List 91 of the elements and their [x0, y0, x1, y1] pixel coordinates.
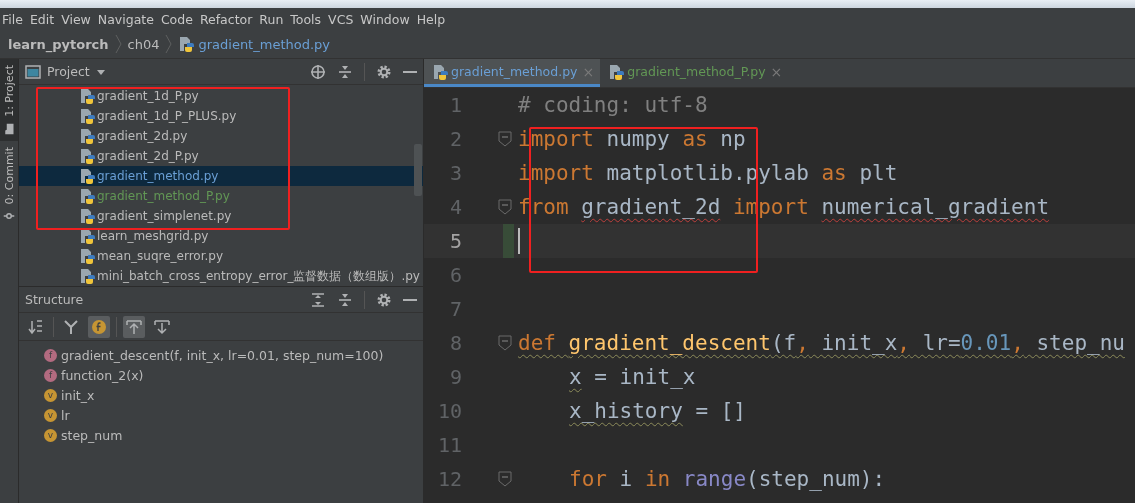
tool-window-button[interactable]: 0: Commit [0, 140, 18, 229]
function-icon: f [44, 348, 57, 362]
file-tree-item[interactable]: gradient_2d_P.py [19, 146, 423, 166]
filter-icon [63, 318, 79, 335]
line-number: 7 [448, 297, 462, 321]
python-file-icon [79, 148, 95, 164]
menu-item[interactable]: Navigate [97, 11, 159, 27]
line-number: 8 [448, 331, 462, 355]
python-file-icon [79, 188, 95, 204]
scrollbar-thumb[interactable] [414, 144, 422, 196]
python-file-icon [79, 108, 95, 124]
minimize-icon [403, 70, 417, 73]
file-tree-item[interactable]: mean_suqre_error.py [19, 246, 423, 266]
code-line: # coding: utf-8 [517, 92, 708, 119]
menu-item[interactable]: Edit [29, 11, 60, 27]
dropdown-caret-icon [95, 67, 106, 76]
editor-tab[interactable]: gradient_method_P.py × [600, 59, 789, 87]
menu-item[interactable]: Help [416, 11, 451, 27]
target-icon [310, 63, 326, 80]
menu-item[interactable]: Run [259, 11, 289, 27]
file-tree-item[interactable]: gradient_method.py [19, 166, 423, 186]
python-file-icon [608, 63, 625, 80]
python-file-icon [79, 268, 95, 284]
line-number: 2 [448, 127, 462, 151]
tool-window-button[interactable]: 1: Project [0, 59, 18, 141]
variable-icon: v [44, 408, 57, 422]
menu-item[interactable]: Window [360, 11, 415, 27]
collapse-all-icon [337, 291, 353, 308]
structure-item[interactable]: gradient_descent(f, init_x, lr=0.01, step_num=100) [61, 347, 384, 363]
scroll-up-icon [126, 318, 142, 335]
python-file-icon [79, 248, 95, 264]
code-line: x_history = [] [568, 398, 746, 425]
breadcrumb-item[interactable]: gradient_method.py [198, 36, 330, 52]
python-file-icon [79, 128, 95, 144]
structure-item[interactable]: function_2(x) [61, 367, 144, 383]
chevron-icon [165, 34, 173, 54]
menu-item[interactable]: File [2, 11, 28, 27]
variable-icon: v [44, 428, 57, 442]
line-number: 3 [448, 161, 462, 185]
menu-item[interactable]: Tools [290, 11, 327, 27]
code-line: x = init_x [568, 364, 696, 391]
toolbar-button[interactable] [123, 315, 145, 338]
python-file-icon [178, 36, 195, 52]
structure-item[interactable]: step_num [61, 427, 123, 443]
minimize-icon [403, 298, 417, 301]
line-number: 11 [436, 433, 462, 457]
breadcrumb-item[interactable]: learn_pytorch [8, 36, 109, 52]
expand-all-icon [310, 291, 326, 308]
breadcrumb-item[interactable]: ch04 [127, 36, 160, 52]
settings-icon [376, 63, 392, 80]
line-number: 5 [448, 229, 462, 253]
settings-icon [376, 291, 392, 308]
line-number: 6 [448, 263, 462, 287]
project-view-icon [25, 63, 41, 80]
panel-title[interactable]: Project [47, 64, 90, 79]
structure-item[interactable]: init_x [61, 387, 95, 403]
line-number: 12 [436, 467, 462, 491]
code-line: for i in range(step_num): [568, 466, 886, 493]
folder-icon [3, 122, 15, 135]
function-filter-icon [91, 318, 107, 335]
menu-item[interactable]: Refactor [199, 11, 258, 27]
menu-item[interactable]: VCS [328, 11, 359, 27]
variable-icon: v [44, 388, 57, 402]
menu-item[interactable]: View [61, 11, 96, 27]
python-file-icon [79, 228, 95, 244]
line-number: 9 [448, 365, 462, 389]
file-tree-item[interactable]: gradient_1d_P_PLUS.py [19, 106, 423, 126]
line-number: 10 [436, 399, 462, 423]
line-number: 1 [448, 93, 462, 117]
panel-title: Structure [25, 292, 84, 307]
menu-item[interactable]: Code [160, 11, 198, 27]
python-file-icon [79, 88, 95, 104]
file-tree-item[interactable]: learn_meshgrid.py [19, 226, 423, 246]
python-file-icon [432, 63, 448, 80]
function-icon: f [44, 368, 57, 382]
python-file-icon [79, 208, 95, 224]
structure-item[interactable]: lr [61, 407, 70, 423]
file-tree-item[interactable]: gradient_2d.py [19, 126, 423, 146]
python-file-icon [79, 168, 95, 184]
scroll-down-icon [154, 318, 170, 335]
code-line: def gradient_descent(f, init_x, lr=0.01, step_nu [517, 330, 1125, 357]
line-number: 4 [448, 195, 462, 219]
text-caret [518, 228, 520, 254]
toolbar-button[interactable] [88, 315, 110, 338]
chevron-icon [114, 34, 122, 54]
sort-icon [28, 318, 44, 335]
collapse-all-icon [337, 63, 353, 80]
file-tree-item[interactable]: gradient_simplenet.py [19, 206, 423, 226]
file-tree-item[interactable]: gradient_method_P.py [19, 186, 423, 206]
file-tree-item[interactable]: mini_batch_cross_entropy_error_监督数据（数组版）.py [19, 266, 423, 286]
file-tree-item[interactable]: gradient_1d_P.py [19, 86, 423, 106]
